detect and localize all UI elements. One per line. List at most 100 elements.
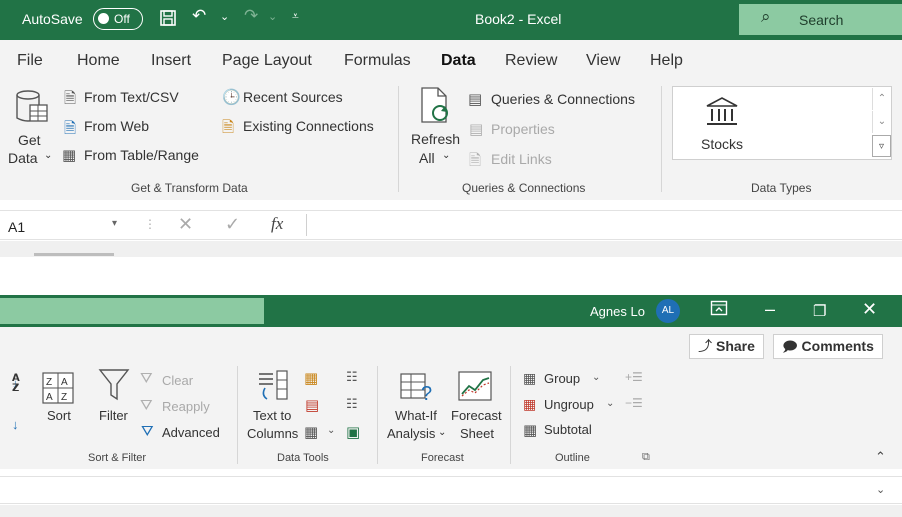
refresh-all-label1[interactable]: Refresh xyxy=(411,131,460,147)
restore-icon[interactable]: ❐ xyxy=(813,302,826,320)
what-if-dropdown-icon[interactable]: ⌄ xyxy=(438,427,446,438)
insert-function-button[interactable]: fx xyxy=(271,214,283,234)
customize-qat-icon[interactable]: ⩡ xyxy=(292,9,299,24)
enter-icon[interactable]: ✓ xyxy=(225,214,240,235)
collapse-ribbon-icon[interactable]: ⌃ xyxy=(875,449,886,465)
group-button[interactable]: Group xyxy=(544,371,580,386)
group-dropdown-icon[interactable]: ⌄ xyxy=(592,372,600,383)
refresh-dropdown-icon[interactable]: ⌄ xyxy=(442,150,450,161)
properties-button[interactable]: Properties xyxy=(491,121,555,137)
sheet-header-strip-2 xyxy=(0,505,902,517)
reapply-button[interactable]: Reapply xyxy=(162,399,210,414)
search-label: Search xyxy=(799,12,844,28)
filter-icon xyxy=(98,368,130,407)
autosave-toggle[interactable]: Off xyxy=(93,8,143,30)
expand-formula-bar-icon[interactable]: ⌄ xyxy=(876,483,885,496)
stocks-data-type[interactable]: Stocks xyxy=(701,136,743,152)
data-validation-dropdown-icon[interactable]: ⌄ xyxy=(327,425,335,436)
relationships-icon[interactable]: ☷ xyxy=(346,396,358,412)
subtotal-button[interactable]: Subtotal xyxy=(544,422,592,437)
outline-dialog-launcher-icon[interactable]: ⧉ xyxy=(642,451,650,464)
text-to-columns-label1[interactable]: Text to xyxy=(253,408,291,423)
gallery-scroll-down-icon[interactable]: ⌄ xyxy=(872,111,891,133)
flash-fill-icon[interactable]: ▦ xyxy=(304,369,318,387)
ribbon-display-options-icon[interactable] xyxy=(710,300,728,321)
consolidate-icon[interactable]: ☷ xyxy=(346,369,358,385)
table-icon: ▦ xyxy=(62,147,77,164)
avatar[interactable]: AL xyxy=(656,299,680,323)
get-data-label2[interactable]: Data xyxy=(8,150,38,166)
name-box[interactable]: A1 xyxy=(8,219,25,235)
title-bar-search-region[interactable] xyxy=(0,298,264,324)
svg-text:A: A xyxy=(46,392,53,403)
forecast-sheet-label1[interactable]: Forecast xyxy=(451,408,502,423)
data-validation-icon[interactable]: ▦ xyxy=(304,423,318,441)
tab-page-layout[interactable]: Page Layout xyxy=(222,52,312,70)
gallery-scroll-up-icon[interactable]: ⌃ xyxy=(872,88,891,110)
advanced-button[interactable]: Advanced xyxy=(162,425,220,440)
group-icon: ▦ xyxy=(523,370,537,386)
tab-insert[interactable]: Insert xyxy=(151,52,191,70)
user-name[interactable]: Agnes Lo xyxy=(590,304,645,319)
properties-icon: ▤ xyxy=(469,121,484,138)
ungroup-dropdown-icon[interactable]: ⌄ xyxy=(606,398,614,409)
group-separator xyxy=(510,366,511,464)
name-box-dropdown-icon[interactable]: ▾ xyxy=(112,218,117,229)
from-table-range-button[interactable]: From Table/Range xyxy=(84,147,199,163)
tab-review[interactable]: Review xyxy=(505,52,557,70)
formula-bar-2 xyxy=(0,476,902,504)
autosave-state: Off xyxy=(114,12,130,26)
sort-button[interactable]: Sort xyxy=(47,408,71,423)
refresh-icon xyxy=(418,86,454,131)
ungroup-icon: ▦ xyxy=(523,396,537,412)
get-data-dropdown-icon[interactable]: ⌄ xyxy=(44,150,52,161)
edit-links-button[interactable]: Edit Links xyxy=(491,151,552,167)
reapply-icon: ⛛ xyxy=(140,397,153,414)
get-data-label1[interactable]: Get xyxy=(18,132,41,148)
minimize-icon[interactable]: – xyxy=(765,299,775,320)
sort-dialog-icon: ZAAZ xyxy=(42,372,74,409)
what-if-label2[interactable]: Analysis xyxy=(387,426,435,441)
from-text-csv-button[interactable]: From Text/CSV xyxy=(84,89,179,105)
hide-detail-icon[interactable]: −☰ xyxy=(625,396,643,410)
search-box[interactable]: ⌕ Search xyxy=(739,4,902,35)
group-label-forecast: Forecast xyxy=(421,452,464,464)
redo-icon[interactable]: ↷ xyxy=(244,6,258,26)
remove-duplicates-icon[interactable]: ▤ xyxy=(305,396,319,414)
recent-sources-button[interactable]: Recent Sources xyxy=(243,89,343,105)
existing-connections-button[interactable]: Existing Connections xyxy=(243,118,374,134)
undo-dropdown-icon[interactable]: ⌄ xyxy=(220,10,229,23)
show-detail-icon[interactable]: +☰ xyxy=(625,370,643,384)
cancel-icon[interactable]: ✕ xyxy=(178,214,193,235)
share-button[interactable]: ⤴ Share xyxy=(689,334,764,359)
redo-dropdown-icon[interactable]: ⌄ xyxy=(268,10,277,23)
toggle-knob xyxy=(98,13,109,24)
ungroup-button[interactable]: Ungroup xyxy=(544,397,594,412)
tab-help[interactable]: Help xyxy=(650,52,683,70)
what-if-label1[interactable]: What-If xyxy=(395,408,437,423)
formula-input[interactable] xyxy=(306,214,902,236)
filter-button[interactable]: Filter xyxy=(99,408,128,423)
tab-home[interactable]: Home xyxy=(77,52,120,70)
tab-file[interactable]: File xyxy=(17,52,43,70)
refresh-all-label2[interactable]: All xyxy=(419,150,435,166)
text-to-columns-label2[interactable]: Columns xyxy=(247,426,298,441)
manage-data-model-icon[interactable]: ▣ xyxy=(346,423,360,441)
svg-text:A: A xyxy=(61,377,68,388)
sort-za-icon[interactable]: ↓ xyxy=(12,417,19,432)
queries-connections-button[interactable]: Queries & Connections xyxy=(491,91,635,107)
tab-data[interactable]: Data xyxy=(441,52,476,70)
save-icon[interactable] xyxy=(158,8,178,33)
forecast-sheet-label2[interactable]: Sheet xyxy=(460,426,494,441)
clear-button[interactable]: Clear xyxy=(162,373,193,388)
formula-bar-grip-icon[interactable]: ⋮ xyxy=(144,217,156,231)
close-icon[interactable]: ✕ xyxy=(862,299,877,320)
bank-icon xyxy=(704,96,740,133)
tab-view[interactable]: View xyxy=(586,52,620,70)
undo-icon[interactable]: ↶ xyxy=(192,6,206,26)
group-label-get-transform: Get & Transform Data xyxy=(131,181,248,195)
comments-button[interactable]: 🗩 Comments xyxy=(773,334,883,359)
from-web-button[interactable]: From Web xyxy=(84,118,149,134)
tab-formulas[interactable]: Formulas xyxy=(344,52,411,70)
gallery-more-icon[interactable]: ▿ xyxy=(872,135,891,157)
